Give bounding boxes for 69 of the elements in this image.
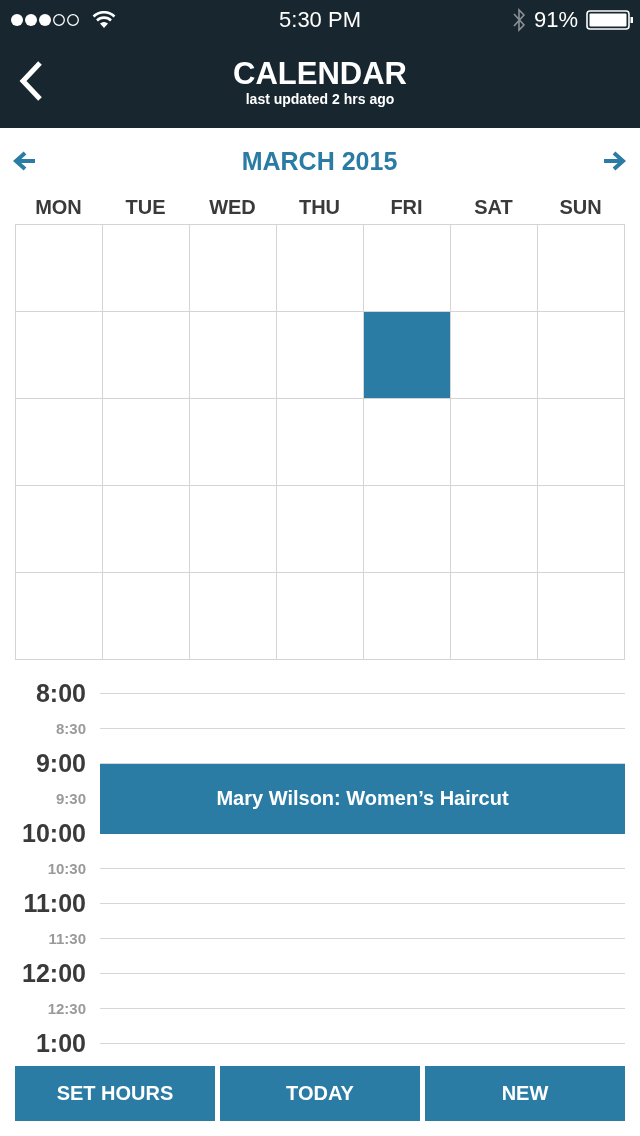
- next-month-button[interactable]: [602, 151, 626, 171]
- day-cell[interactable]: [277, 399, 364, 486]
- weekday-label: SUN: [558, 195, 603, 219]
- weekday-label: FRI: [389, 195, 424, 219]
- status-time: 5:30 PM: [279, 7, 361, 33]
- time-label: 8:30: [54, 720, 86, 737]
- day-cell[interactable]: [190, 399, 277, 486]
- back-button[interactable]: [18, 60, 44, 102]
- month-title: MARCH 2015: [241, 146, 398, 176]
- day-cell[interactable]: [364, 486, 451, 573]
- screen-title: CALENDAR: [233, 57, 407, 91]
- day-cell[interactable]: [190, 312, 277, 399]
- day-cell[interactable]: [277, 486, 364, 573]
- weekday-label: MON: [34, 195, 83, 219]
- day-cell[interactable]: [103, 573, 190, 660]
- day-cell[interactable]: [451, 573, 538, 660]
- day-cell[interactable]: [451, 225, 538, 312]
- day-cell[interactable]: [16, 486, 103, 573]
- day-cell[interactable]: [16, 225, 103, 312]
- day-cell[interactable]: [16, 399, 103, 486]
- time-label: 11:30: [47, 930, 86, 947]
- left-arrow-icon: [13, 151, 37, 171]
- action-button[interactable]: SET HOURS: [15, 1066, 215, 1121]
- time-label: 10:00: [21, 819, 86, 848]
- day-cell[interactable]: [538, 225, 625, 312]
- day-cell[interactable]: [16, 312, 103, 399]
- right-arrow-icon: [602, 151, 626, 171]
- day-cell[interactable]: [103, 399, 190, 486]
- day-cell[interactable]: [364, 312, 451, 399]
- time-label: 10:30: [46, 860, 86, 877]
- back-chevron-icon: [18, 60, 44, 102]
- day-cell[interactable]: [277, 225, 364, 312]
- weekday-label: WED: [208, 195, 257, 219]
- time-label: 12:00: [21, 959, 86, 988]
- time-label: 12:30: [46, 1000, 86, 1017]
- day-cell[interactable]: [451, 399, 538, 486]
- day-cell[interactable]: [103, 486, 190, 573]
- time-label: 8:00: [34, 679, 86, 708]
- day-cell[interactable]: [103, 312, 190, 399]
- day-cell[interactable]: [538, 312, 625, 399]
- previous-month-button[interactable]: [13, 151, 37, 171]
- day-cell[interactable]: [190, 225, 277, 312]
- action-button[interactable]: NEW: [425, 1066, 625, 1121]
- battery-percent: 91%: [533, 7, 578, 33]
- time-label: 9:30: [54, 790, 86, 807]
- day-cell[interactable]: [538, 573, 625, 660]
- weekday-label: SAT: [473, 195, 514, 219]
- bluetooth-icon: [511, 8, 526, 32]
- day-cell[interactable]: [16, 573, 103, 660]
- appointment-title: Mary Wilson: Women’s Haircut: [216, 787, 509, 810]
- day-cell[interactable]: [451, 312, 538, 399]
- day-cell[interactable]: [190, 486, 277, 573]
- weekday-label: THU: [297, 195, 342, 219]
- time-label: 9:00: [34, 749, 86, 778]
- day-cell[interactable]: [364, 573, 451, 660]
- last-updated-text: last updated 2 hrs ago: [245, 91, 395, 107]
- time-label: 1:00: [34, 1029, 86, 1058]
- weekday-label: TUE: [124, 195, 167, 219]
- battery-icon: [586, 10, 634, 30]
- action-button[interactable]: TODAY: [220, 1066, 420, 1121]
- day-cell[interactable]: [190, 573, 277, 660]
- day-cell[interactable]: [103, 225, 190, 312]
- day-cell[interactable]: [538, 399, 625, 486]
- time-label: 11:00: [22, 889, 86, 918]
- wifi-icon: [92, 11, 116, 29]
- day-cell[interactable]: [364, 399, 451, 486]
- day-cell[interactable]: [277, 573, 364, 660]
- day-cell[interactable]: [451, 486, 538, 573]
- day-cell[interactable]: [538, 486, 625, 573]
